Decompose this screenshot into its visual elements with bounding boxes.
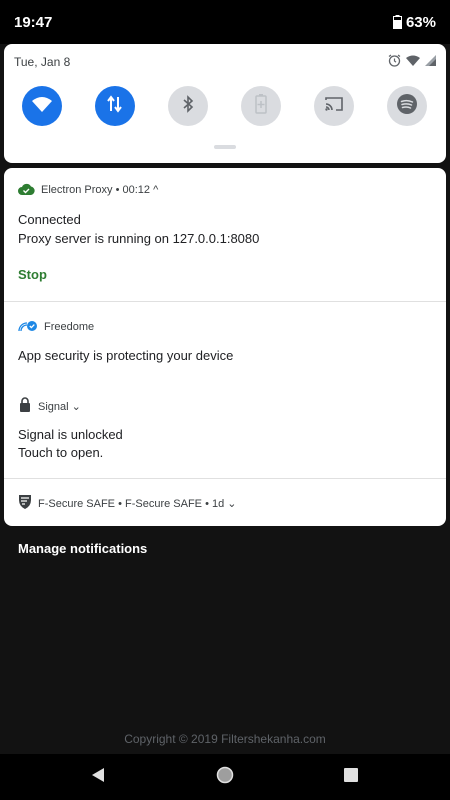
home-icon (216, 766, 234, 789)
home-button[interactable] (215, 766, 235, 789)
notification-app-name: Electron Proxy • 00:12 ^ (41, 184, 159, 196)
battery-percent: 63% (405, 13, 436, 31)
notification-header: Freedome (18, 319, 94, 335)
cell-signal-icon (425, 55, 436, 69)
qs-expand-handle[interactable] (214, 145, 236, 149)
status-bar: 19:47 63% (0, 0, 450, 44)
bluetooth-icon (182, 94, 194, 118)
notification-fsecure-safe[interactable]: F-Secure SAFE • F-Secure SAFE • 1d ⌄ (4, 479, 446, 526)
notification-title: Signal is unlocked (18, 427, 123, 442)
notification-header: Signal ⌄ (18, 397, 81, 415)
notification-signal[interactable]: Signal ⌄ Signal is unlocked Touch to ope… (4, 390, 446, 478)
qs-status-icons (388, 54, 436, 70)
copyright-watermark: Copyright © 2019 Filtershekanha.com (124, 732, 326, 746)
stop-button[interactable]: Stop (18, 267, 47, 282)
notification-header: Electron Proxy • 00:12 ^ (18, 182, 158, 198)
mobile-data-icon (107, 94, 123, 118)
recents-icon (344, 767, 358, 787)
notification-text: App security is protecting your device (18, 348, 234, 363)
battery-saver-tile[interactable] (241, 86, 281, 126)
notification-freedome[interactable]: Freedome App security is protecting your… (4, 302, 446, 390)
mobile-data-tile[interactable] (95, 86, 135, 126)
qs-tiles (4, 86, 446, 130)
back-icon (91, 767, 105, 788)
cloud-check-icon (18, 183, 35, 198)
navigation-bar (0, 754, 450, 800)
notification-text: Touch to open. (18, 445, 104, 460)
spotify-icon (397, 93, 417, 119)
manage-notifications-button[interactable]: Manage notifications (18, 541, 147, 556)
notification-text: Proxy server is running on 127.0.0.1:808… (18, 231, 260, 246)
wifi-signal-icon (406, 55, 420, 69)
notification-header: F-Secure SAFE • F-Secure SAFE • 1d ⌄ (18, 495, 236, 511)
quick-settings-panel: Tue, Jan 8 (4, 44, 446, 163)
cast-icon (324, 96, 344, 117)
notification-app-name: F-Secure SAFE • F-Secure SAFE • 1d ⌄ (38, 497, 237, 510)
back-button[interactable] (88, 767, 108, 787)
lock-icon (18, 397, 32, 415)
battery-saver-icon (255, 93, 267, 119)
battery-icon (392, 15, 402, 29)
fsecure-shield-icon (18, 494, 32, 512)
qs-header: Tue, Jan 8 (4, 44, 446, 70)
notification-app-name: Freedome (44, 321, 95, 333)
notification-title: Connected (18, 212, 81, 227)
bluetooth-tile[interactable] (168, 86, 208, 126)
cast-tile[interactable] (314, 86, 354, 126)
status-right: 63% (392, 13, 436, 31)
alarm-icon (388, 54, 401, 70)
notification-electron-proxy[interactable]: Electron Proxy • 00:12 ^ Connected Proxy… (4, 168, 446, 302)
wifi-icon (32, 96, 52, 117)
status-time: 19:47 (14, 13, 53, 31)
recents-button[interactable] (341, 767, 361, 787)
freedome-shield-icon (18, 320, 38, 335)
notification-app-name: Signal ⌄ (38, 400, 81, 413)
wifi-tile[interactable] (22, 86, 62, 126)
qs-date: Tue, Jan 8 (14, 55, 71, 69)
notification-list: Electron Proxy • 00:12 ^ Connected Proxy… (4, 168, 446, 526)
spotify-tile[interactable] (387, 86, 427, 126)
